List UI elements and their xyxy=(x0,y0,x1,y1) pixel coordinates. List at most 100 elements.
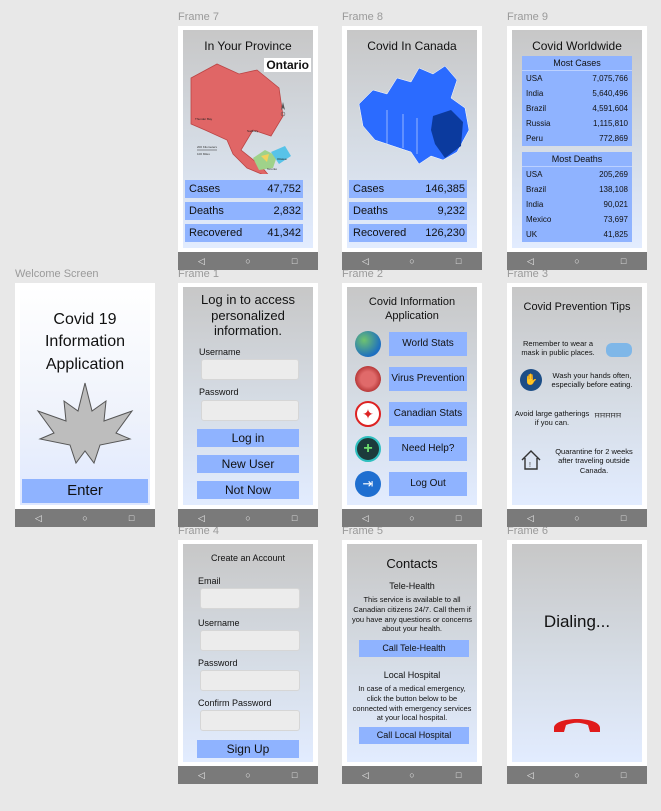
nav-bar: ◁ ○ □ xyxy=(178,252,318,270)
frame-contacts: Contacts Tele-Health This service is ava… xyxy=(342,540,482,784)
home-icon[interactable]: ○ xyxy=(402,256,422,266)
contacts-screen: Contacts Tele-Health This service is ava… xyxy=(347,544,477,762)
house-icon: ! xyxy=(521,450,541,470)
need-help-button[interactable]: Need Help? xyxy=(389,437,467,461)
table-row: UK 41,825 xyxy=(526,230,628,239)
recent-apps-icon[interactable]: □ xyxy=(449,770,469,780)
hand-wash-icon: ✋ xyxy=(520,369,542,391)
table-header: Most Cases xyxy=(522,56,632,71)
login-button[interactable]: Log in xyxy=(197,429,299,447)
recovered-row: Recovered 41,342 xyxy=(185,224,303,242)
back-icon[interactable]: ◁ xyxy=(28,513,48,524)
svg-text:!: ! xyxy=(529,462,531,469)
crowd-icon: ꟸꟸꟸꟸꟸ xyxy=(594,412,622,424)
hang-up-icon[interactable] xyxy=(550,708,604,736)
username-field[interactable] xyxy=(200,630,300,651)
ontario-map: 200 Kilometers 100 Miles Thunder Bay Sud… xyxy=(190,63,291,174)
recovered-row: Recovered 126,230 xyxy=(349,224,467,242)
canada-screen: Covid In Canada Cases 146,385 Deaths 9,232… xyxy=(347,30,477,248)
home-icon[interactable]: ○ xyxy=(238,770,258,780)
password-field[interactable] xyxy=(201,400,299,421)
home-icon[interactable]: ○ xyxy=(402,513,422,523)
nav-bar: ◁ ○ □ xyxy=(507,509,647,527)
recent-apps-icon[interactable]: □ xyxy=(614,770,634,780)
home-icon[interactable]: ○ xyxy=(567,513,587,523)
back-icon[interactable]: ◁ xyxy=(520,513,540,524)
tip-mask: Remember to wear a mask in public places… xyxy=(521,339,595,358)
tip-quarantine: Quarantine for 2 weeks after traveling o… xyxy=(555,447,633,475)
recent-apps-icon[interactable]: □ xyxy=(449,513,469,523)
frame-canada: Covid In Canada Cases 146,385 Deaths 9,232… xyxy=(342,26,482,270)
table-row: USA 205,269 xyxy=(526,170,628,179)
recent-apps-icon[interactable]: □ xyxy=(614,513,634,523)
globe-icon xyxy=(355,331,381,357)
username-field[interactable] xyxy=(201,359,299,380)
recent-apps-icon[interactable]: □ xyxy=(449,256,469,266)
back-icon[interactable]: ◁ xyxy=(191,770,211,781)
call-hospital-button[interactable]: Call Local Hospital xyxy=(359,727,469,744)
dialing-text: Dialing... xyxy=(543,612,611,631)
frame-label: Welcome Screen xyxy=(15,268,99,280)
login-screen: Log in to access personalized informatio… xyxy=(183,287,313,505)
table-header: Most Deaths xyxy=(522,152,632,167)
svg-text:Ottawa: Ottawa xyxy=(277,157,287,161)
back-icon[interactable]: ◁ xyxy=(191,513,211,524)
map-label: Ontario xyxy=(264,58,311,72)
svg-text:Sudbury: Sudbury xyxy=(247,129,259,133)
back-icon[interactable]: ◁ xyxy=(520,256,540,267)
dialing-screen: Dialing... xyxy=(512,544,642,762)
mask-icon xyxy=(606,343,632,357)
frame-create-account: Create an Account Email Username Passwor… xyxy=(178,540,318,784)
home-icon[interactable]: ○ xyxy=(567,256,587,266)
tips-screen: Covid Prevention Tips Remember to wear a… xyxy=(512,287,642,505)
nav-bar: ◁ ○ □ xyxy=(342,509,482,527)
contacts-title: Contacts xyxy=(386,556,438,571)
recent-apps-icon[interactable]: □ xyxy=(285,513,305,523)
recent-apps-icon[interactable]: □ xyxy=(122,513,142,523)
table-row: Russia 1,115,810 xyxy=(526,119,628,128)
home-icon[interactable]: ○ xyxy=(402,770,422,780)
username-label: Username xyxy=(199,347,241,357)
back-icon[interactable]: ◁ xyxy=(355,513,375,524)
call-telehealth-button[interactable]: Call Tele-Health xyxy=(359,640,469,657)
most-deaths-table: Most Deaths USA 205,269 Brazil 138,108 Ind… xyxy=(522,152,632,242)
email-label: Email xyxy=(198,576,221,586)
cases-row: Cases 146,385 xyxy=(349,180,467,198)
new-user-button[interactable]: New User xyxy=(197,455,299,473)
most-cases-table: Most Cases USA 7,075,766 India 5,640,496 B… xyxy=(522,56,632,146)
not-now-button[interactable]: Not Now xyxy=(197,481,299,499)
screen-title: Covid In Canada xyxy=(367,39,457,53)
home-icon[interactable]: ○ xyxy=(75,513,95,523)
recent-apps-icon[interactable]: □ xyxy=(285,256,305,266)
email-field[interactable] xyxy=(200,588,300,609)
password-field[interactable] xyxy=(200,670,300,691)
home-icon[interactable]: ○ xyxy=(238,256,258,266)
svg-text:200 Kilometers: 200 Kilometers xyxy=(197,145,218,149)
nav-bar: ◁ ○ □ xyxy=(178,766,318,784)
create-account-title: Create an Account xyxy=(210,553,286,563)
home-icon[interactable]: ○ xyxy=(567,770,587,780)
recent-apps-icon[interactable]: □ xyxy=(285,770,305,780)
frame-menu: Covid Information Application World Stat… xyxy=(342,283,482,527)
frame-label: Frame 7 xyxy=(178,11,219,23)
svg-text:Toronto: Toronto xyxy=(267,167,277,171)
world-stats-button[interactable]: World Stats xyxy=(389,332,467,356)
tips-title: Covid Prevention Tips xyxy=(523,301,631,313)
nav-bar: ◁ ○ □ xyxy=(178,509,318,527)
back-icon[interactable]: ◁ xyxy=(355,256,375,267)
canadian-stats-button[interactable]: Canadian Stats xyxy=(389,402,467,426)
log-out-button[interactable]: Log Out xyxy=(389,472,467,496)
cases-row: Cases 47,752 xyxy=(185,180,303,198)
recent-apps-icon[interactable]: □ xyxy=(614,256,634,266)
back-icon[interactable]: ◁ xyxy=(355,770,375,781)
sign-up-button[interactable]: Sign Up xyxy=(197,740,299,758)
enter-button[interactable]: Enter xyxy=(22,479,148,503)
table-row: Brazil 138,108 xyxy=(526,185,628,194)
frame-welcome: Covid 19 Information Application Enter ◁… xyxy=(15,283,155,527)
back-icon[interactable]: ◁ xyxy=(520,770,540,781)
virus-prevention-button[interactable]: Virus Prevention xyxy=(389,367,467,391)
confirm-password-field[interactable] xyxy=(200,710,300,731)
home-icon[interactable]: ○ xyxy=(238,513,258,523)
table-row: Mexico 73,697 xyxy=(526,215,628,224)
back-icon[interactable]: ◁ xyxy=(191,256,211,267)
